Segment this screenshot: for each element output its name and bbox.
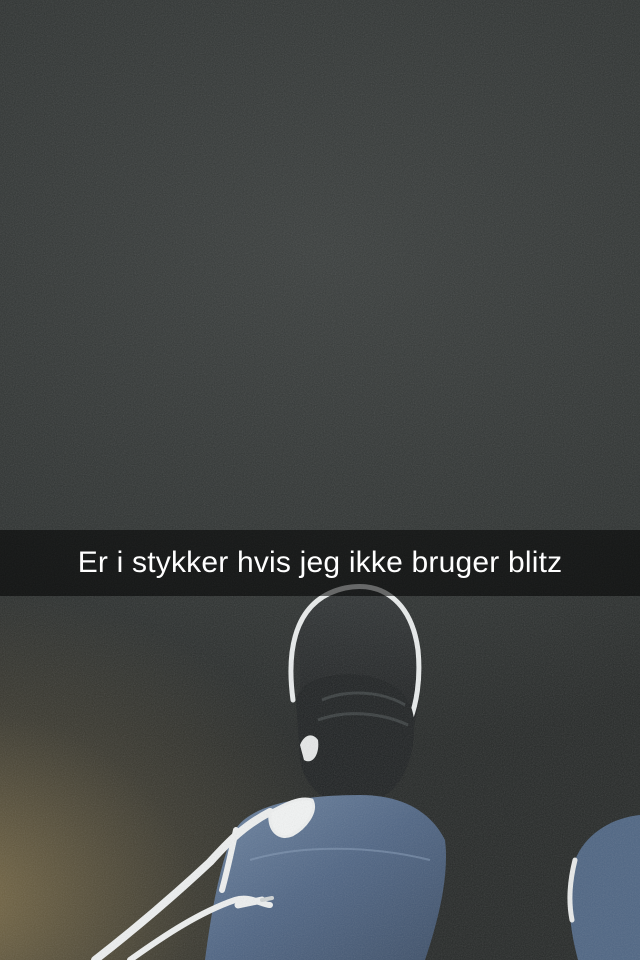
jeans-leg — [205, 795, 446, 960]
caption-text: Er i stykker hvis jeg ikke bruger blitz — [77, 546, 563, 579]
jeans-leg-right — [569, 815, 640, 960]
sneaker — [288, 584, 422, 806]
photo-scene — [91, 584, 640, 960]
caption-bar: Er i stykker hvis jeg ikke bruger blitz — [0, 530, 640, 596]
snap-photo: Er i stykker hvis jeg ikke bruger blitz — [0, 0, 640, 960]
